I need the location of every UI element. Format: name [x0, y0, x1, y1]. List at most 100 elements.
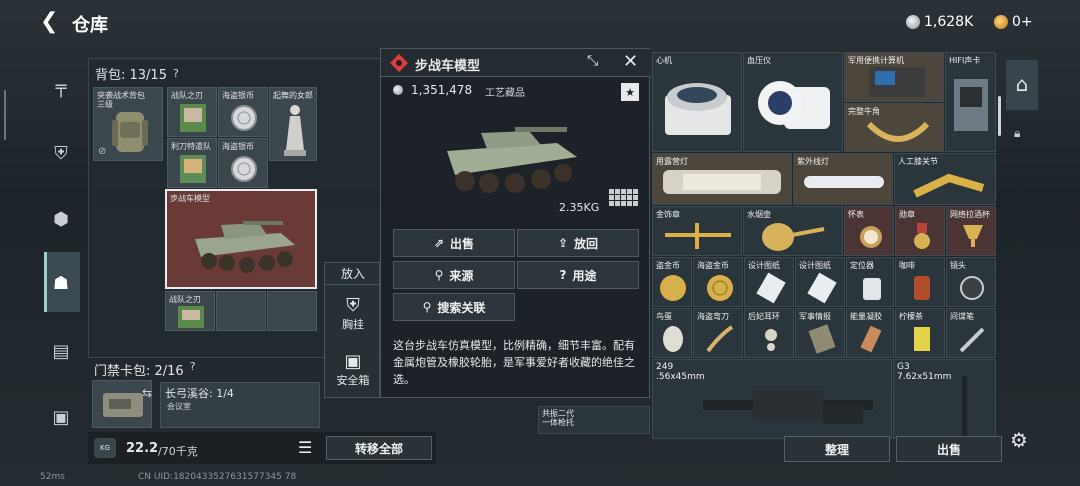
return-button[interactable]: ⇪ 放回 — [517, 229, 639, 257]
slot-item[interactable]: 战队之刃 — [167, 87, 217, 137]
slot-item[interactable]: 起舞的女郎 — [269, 87, 317, 161]
storage-item[interactable]: 海盗弯刀 — [693, 308, 743, 358]
source-button[interactable]: ⚲ 来源 — [393, 261, 515, 289]
storage-item[interactable]: 用露营灯 — [652, 153, 792, 205]
storage-item[interactable]: 怀表 — [844, 206, 894, 256]
storage-item[interactable]: 金饰章 — [652, 206, 742, 256]
chest-rig-icon: ⛨ — [346, 295, 360, 316]
item-label: 海盗弯刀 — [697, 312, 729, 321]
tab-active[interactable]: ⌂ — [1006, 60, 1038, 110]
item-label: 军事情报 — [799, 312, 831, 321]
item-label: 血压仪 — [747, 56, 771, 65]
storage-item[interactable]: 设计图纸 — [744, 257, 794, 307]
settings-gear-icon[interactable]: ⚙ — [1010, 428, 1028, 452]
detail-title: 步战车模型 — [415, 59, 481, 74]
storage-item[interactable]: 网络拉酒杯 — [946, 206, 996, 256]
item-label: 网络拉酒杯 — [950, 210, 990, 219]
horn-icon — [866, 121, 930, 142]
storage-item[interactable]: 血压仪 — [743, 52, 843, 152]
search-icon: ⚲ — [434, 268, 444, 282]
backpack-icon[interactable]: ☗ — [44, 266, 78, 300]
chest-rig-option[interactable]: ⛨ 胸挂 — [325, 289, 381, 339]
team-blade-card-icon — [180, 104, 206, 132]
chest-rig-label: 胸挂 — [342, 318, 364, 331]
detail-price: 1,351,478 — [411, 83, 473, 97]
storage-scrollbar[interactable] — [998, 96, 1001, 136]
slot-item[interactable]: 海盗银币 — [218, 138, 268, 188]
gun-icon[interactable]: ╤ — [44, 70, 78, 104]
gold-coin-icon — [994, 15, 1008, 29]
item-label: 怀表 — [848, 210, 864, 219]
backpack-equip-slot[interactable]: 突袭战术背包 三级 ⊘ — [93, 87, 163, 161]
close-icon[interactable]: ✕ — [623, 51, 638, 72]
list-icon[interactable]: ☰ — [298, 438, 312, 457]
detail-category: 工艺藏品 — [485, 88, 525, 99]
storage-item[interactable]: 咖啡 — [895, 257, 945, 307]
clipboard-icon[interactable]: ▤ — [44, 334, 78, 368]
storage-item[interactable]: 柠檬茶 — [895, 308, 945, 358]
uv-lamp-icon — [804, 176, 884, 188]
storage-item[interactable]: 紫外线灯 — [793, 153, 893, 205]
sell-button[interactable]: ⇗ 出售 — [393, 229, 515, 257]
rifle-icon — [962, 376, 967, 436]
storage-item[interactable]: 水烟壶 — [743, 206, 843, 256]
storage-item[interactable]: HIFI声卡 — [945, 52, 996, 152]
weapon-249[interactable]: 249 .56x45mm — [652, 359, 892, 439]
slot-item[interactable]: 利刀特遣队 — [167, 138, 217, 188]
gold-balance[interactable]: 0+ — [994, 12, 1033, 32]
transfer-all-button[interactable]: 转移全部 — [326, 436, 432, 460]
storage-item[interactable]: 完整牛角 — [844, 103, 944, 152]
swap-icon[interactable]: ⇆ — [142, 386, 152, 400]
storage-item[interactable]: 设计图纸 — [795, 257, 845, 307]
favorite-star-icon[interactable]: ★ — [621, 83, 639, 101]
sell-all-button[interactable]: 出售 — [896, 436, 1002, 462]
collapse-icon[interactable]: ⤡ — [587, 53, 598, 69]
usage-button[interactable]: ? 用途 — [517, 261, 639, 289]
put-in-title: 放入 — [325, 263, 381, 285]
storage-item[interactable]: 军事情报 — [795, 308, 845, 358]
empty-slot[interactable] — [267, 291, 317, 331]
lemon-tea-icon — [914, 327, 930, 351]
storage-item[interactable]: 人工膝关节 — [894, 153, 996, 205]
storage-item[interactable]: 能量凝胶 — [846, 308, 894, 358]
storage-item[interactable]: 定位器 — [846, 257, 894, 307]
spy-pen-icon — [959, 327, 985, 353]
backpack-help-icon[interactable]: ? — [173, 67, 179, 80]
sort-button[interactable]: 整理 — [784, 436, 890, 462]
storage-item[interactable]: 勋章 — [895, 206, 945, 256]
storage-grid: 心机 血压仪 军用便携计算机 HIFI声卡 完整牛角 用露营灯 紫外线灯 人工膝… — [652, 52, 996, 462]
storage-item[interactable]: 盗金币 — [652, 257, 692, 307]
armor-icon[interactable]: ⛨ — [44, 136, 78, 170]
keycard-help-icon[interactable]: ? — [190, 360, 196, 379]
storage-item[interactable]: 共振二代 一体枪托 — [538, 406, 650, 434]
blood-pressure-monitor-icon — [758, 81, 830, 129]
keycard-detail[interactable]: 长弓溪谷: 1/4 会议室 — [160, 382, 320, 428]
coin-icon — [906, 15, 920, 29]
item-label: 盗金币 — [656, 261, 680, 270]
toolbox-icon[interactable]: ▣ — [44, 400, 78, 434]
coin-balance: 1,628K — [906, 12, 973, 32]
storage-item[interactable]: 心机 — [652, 52, 742, 152]
item-label: 镜头 — [950, 261, 966, 270]
weapon-g3[interactable]: G3 7.62x51mm — [893, 359, 996, 439]
page-title: 仓库 — [72, 15, 108, 36]
slot-item[interactable]: 战队之刃 — [165, 291, 215, 331]
empty-slot[interactable] — [216, 291, 266, 331]
item-label: 紫外线灯 — [797, 157, 829, 166]
storage-item[interactable]: 海盗金币 — [693, 257, 743, 307]
item-description: 这台步战车仿真模型，比例精确，细节丰富。配有金属炮管及橡胶轮胎，是军事爱好者收藏… — [393, 339, 635, 386]
slot-item[interactable]: 海盗银币 — [218, 87, 268, 137]
search-related-button[interactable]: ⚲ 搜索关联 — [393, 293, 515, 321]
back-arrow-icon[interactable]: ❮ — [40, 10, 64, 34]
slot-label: 战队之刃 — [171, 91, 203, 100]
keycard-case-icon — [103, 393, 143, 417]
storage-item[interactable]: 鸟蛋 — [652, 308, 692, 358]
storage-item[interactable]: 后妃耳环 — [744, 308, 794, 358]
lock-icon[interactable]: 🔒︎ — [1014, 126, 1020, 141]
item-rarity-icon — [390, 54, 408, 72]
gear-icon[interactable]: ⬢ — [44, 202, 78, 236]
storage-item[interactable]: 镜头 — [946, 257, 996, 307]
storage-item[interactable]: 间谍笔 — [946, 308, 996, 358]
storage-item[interactable]: 军用便携计算机 — [844, 52, 944, 102]
selected-item-ifv-model[interactable]: 步战车模型 — [165, 189, 317, 289]
